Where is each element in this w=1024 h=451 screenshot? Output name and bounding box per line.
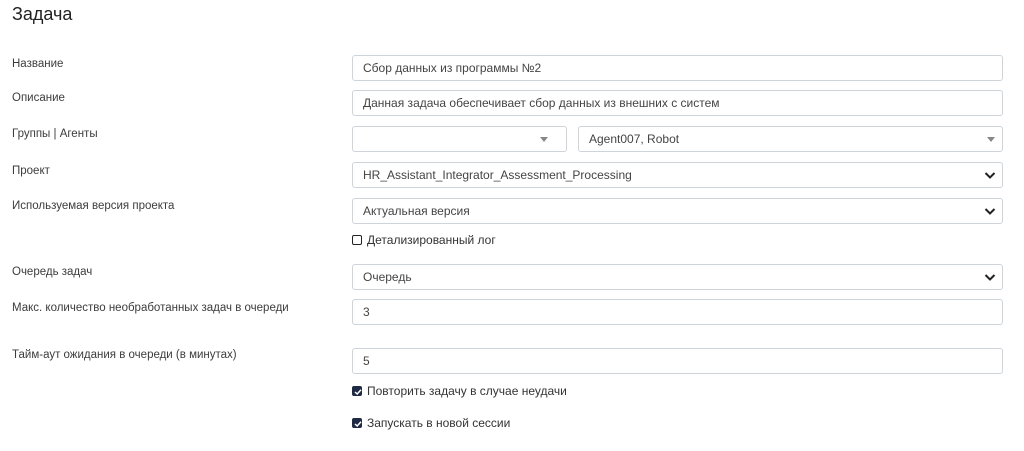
name-value: Сбор данных из программы №2 (363, 61, 542, 75)
project-version-select[interactable]: Актуальная версия (352, 198, 1003, 224)
max-unprocessed-field[interactable]: 3 (352, 299, 1003, 325)
groups-agents-label: Группы | Агенты (12, 128, 98, 140)
queue-timeout-label: Тайм-аут ожидания в очереди (в минутах) (12, 349, 237, 361)
groups-select[interactable] (352, 126, 567, 152)
name-label: Название (12, 58, 64, 70)
project-label: Проект (12, 165, 50, 177)
task-queue-select[interactable]: Очередь (352, 264, 1003, 290)
name-field[interactable]: Сбор данных из программы №2 (352, 55, 1003, 81)
chevron-down-icon (984, 274, 996, 281)
checkbox-checked-icon (352, 386, 362, 396)
detailed-log-label: Детализированный лог (367, 233, 496, 247)
max-unprocessed-value: 3 (363, 305, 370, 319)
task-queue-value: Очередь (363, 270, 412, 284)
agents-value: Agent007, Robot (589, 132, 680, 146)
queue-timeout-value: 5 (363, 354, 370, 368)
chevron-down-icon (984, 208, 996, 215)
page-title: Задача (12, 4, 73, 24)
project-select[interactable]: HR_Assistant_Integrator_Assessment_Proce… (352, 162, 1003, 188)
checkbox-empty-icon (352, 235, 362, 245)
detailed-log-checkbox[interactable]: Детализированный лог (352, 233, 496, 247)
queue-timeout-field[interactable]: 5 (352, 348, 1003, 374)
task-queue-label: Очередь задач (12, 266, 93, 278)
run-new-session-label: Запускать в новой сессии (367, 416, 511, 430)
run-new-session-checkbox[interactable]: Запускать в новой сессии (352, 416, 510, 430)
project-version-label: Используемая версия проекта (12, 200, 175, 212)
chevron-down-icon (984, 172, 996, 179)
description-value: Данная задача обеспечивает сбор данных и… (363, 96, 720, 110)
project-value: HR_Assistant_Integrator_Assessment_Proce… (363, 168, 632, 182)
caret-down-icon (540, 137, 548, 142)
caret-down-icon (987, 137, 995, 142)
description-label: Описание (12, 92, 65, 104)
project-version-value: Актуальная версия (363, 204, 470, 218)
retry-on-failure-label: Повторить задачу в случае неудачи (367, 384, 567, 398)
retry-on-failure-checkbox[interactable]: Повторить задачу в случае неудачи (352, 384, 567, 398)
agents-select[interactable]: Agent007, Robot (578, 126, 1003, 152)
checkbox-checked-icon (352, 418, 362, 428)
description-field[interactable]: Данная задача обеспечивает сбор данных и… (352, 90, 1003, 116)
max-unprocessed-label: Макс. количество необработанных задач в … (12, 302, 289, 314)
